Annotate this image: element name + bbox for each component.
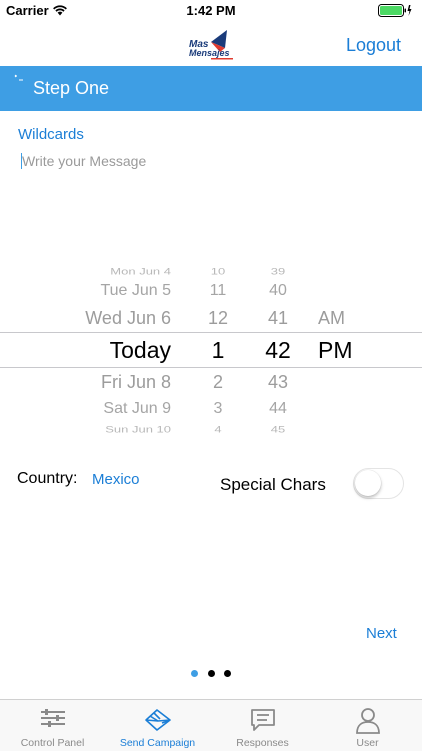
tab-control-panel[interactable]: Control Panel (0, 700, 105, 751)
tab-label: Control Panel (20, 737, 85, 749)
tab-send-campaign[interactable]: Send Campaign (105, 700, 210, 751)
status-bar: Carrier 1:42 PM (0, 0, 422, 22)
sliders-icon (40, 709, 65, 727)
tab-label: User (356, 737, 379, 749)
picker-minute-option[interactable]: 41 (262, 309, 294, 327)
page-dot[interactable] (224, 670, 231, 677)
country-label: Country: (17, 470, 78, 487)
page-dot[interactable] (208, 670, 215, 677)
picker-minute-option[interactable]: 45 (262, 425, 294, 434)
toggle-knob (355, 470, 381, 496)
picker-date-option[interactable]: Wed Jun 6 (85, 309, 171, 327)
picker-minute-option[interactable]: 44 (262, 401, 294, 417)
message-icon (250, 709, 275, 731)
logout-button[interactable]: Logout (346, 35, 401, 56)
picker-hour-option[interactable]: 4 (206, 425, 230, 434)
tab-label: Responses (236, 737, 289, 749)
picker-hour-option[interactable]: 11 (206, 283, 230, 299)
country-select[interactable]: Mexico (92, 471, 140, 488)
picker-minute-option[interactable]: 39 (262, 267, 294, 276)
tab-label: Send Campaign (119, 737, 196, 749)
picker-minute-option[interactable]: 43 (262, 373, 294, 391)
special-chars-label: Special Chars (220, 475, 326, 494)
picker-date-option[interactable]: Tue Jun 5 (100, 283, 171, 299)
picker-hour-option[interactable]: 3 (206, 401, 230, 417)
user-icon (355, 708, 380, 734)
picker-hour-option[interactable]: 10 (206, 267, 230, 276)
picker-minute-option[interactable]: 40 (262, 283, 294, 299)
picker-hour-option[interactable]: 2 (206, 373, 230, 391)
battery-icon (378, 4, 412, 17)
tab-bar: Control Panel Send Campaign Responses Us… (0, 699, 422, 751)
picker-minute-selected[interactable]: 42 (262, 339, 294, 362)
tab-responses[interactable]: Responses (210, 700, 315, 751)
picker-date-option[interactable]: Sat Jun 9 (103, 401, 171, 417)
page-dot-active[interactable] (191, 670, 198, 677)
picker-date-option[interactable]: Sun Jun 10 (105, 425, 171, 434)
envelope-send-icon (144, 709, 171, 731)
picker-am-option[interactable]: AM (318, 309, 345, 327)
svg-text:Mensajes: Mensajes (189, 48, 230, 58)
mas-mensajes-logo: Mas Mensajes (189, 30, 233, 60)
picker-date-option[interactable]: Mon Jun 4 (110, 267, 171, 276)
picker-selection-top-line (0, 332, 422, 333)
picker-hour-option[interactable]: 12 (206, 309, 230, 327)
step-title: Step One (33, 78, 110, 98)
picker-pm-selected[interactable]: PM (318, 339, 353, 362)
wildcards-link[interactable]: Wildcards (18, 126, 84, 143)
picker-selection-bottom-line (0, 367, 422, 368)
message-input[interactable] (22, 150, 402, 172)
next-button[interactable]: Next (366, 625, 397, 642)
clock: 1:42 PM (186, 3, 236, 18)
tab-user[interactable]: User (315, 700, 420, 751)
picker-date-option[interactable]: Fri Jun 8 (101, 373, 171, 391)
special-chars-toggle[interactable] (353, 468, 404, 499)
picker-hour-selected[interactable]: 1 (206, 339, 230, 362)
step-back-icon[interactable] (14, 74, 24, 82)
picker-date-selected[interactable]: Today (110, 339, 171, 362)
